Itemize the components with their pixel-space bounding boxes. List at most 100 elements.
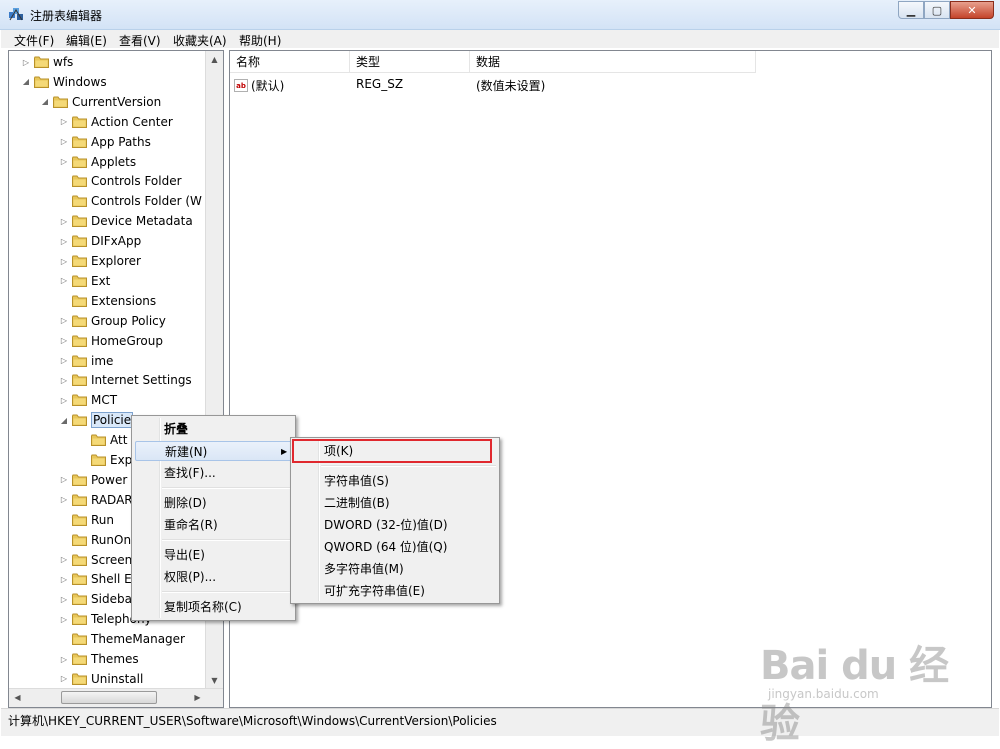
tree-node[interactable]: ▷ Power — [59, 470, 127, 490]
expand-arrow-icon[interactable]: ▷ — [59, 137, 69, 147]
tree-node[interactable]: Controls Folder — [59, 171, 182, 191]
tree-node[interactable]: ThemeManager — [59, 629, 185, 649]
tree-node[interactable]: ▷ wfs — [21, 52, 73, 72]
expand-arrow-icon[interactable]: ▷ — [59, 336, 69, 346]
menu-item-find[interactable]: 查找(F)... — [164, 463, 216, 483]
expand-arrow-icon[interactable]: ▷ — [59, 395, 69, 405]
menu-item-rename[interactable]: 重命名(R) — [164, 515, 218, 535]
submenu-item-expandable-string-value[interactable]: 可扩充字符串值(E) — [324, 581, 425, 601]
collapse-arrow-icon[interactable]: ◢ — [21, 77, 31, 87]
column-header-data[interactable]: 数据 — [470, 51, 756, 73]
expand-arrow-icon[interactable]: ▷ — [59, 574, 69, 584]
tree-horizontal-scrollbar[interactable]: ◀ ▶ — [9, 688, 223, 707]
expand-arrow-icon[interactable]: ▷ — [59, 236, 69, 246]
expand-arrow-icon[interactable]: ▷ — [59, 555, 69, 565]
menu-file[interactable]: 文件(F) — [14, 32, 54, 49]
tree-node[interactable]: ▷ Action Center — [59, 112, 173, 132]
tree-node[interactable]: ▷ RADAR — [59, 490, 133, 510]
tree-node[interactable]: Extensions — [59, 291, 156, 311]
tree-node[interactable]: ◢ CurrentVersion — [40, 92, 161, 112]
expand-arrow-icon[interactable]: ▷ — [59, 256, 69, 266]
expand-arrow-icon[interactable]: ▷ — [59, 614, 69, 624]
tree-node[interactable]: Run — [59, 510, 114, 530]
menu-item-copy-key-name[interactable]: 复制项名称(C) — [164, 597, 242, 617]
tree-node[interactable]: ▷ DIFxApp — [59, 231, 141, 251]
tree-node[interactable]: ▷ Themes — [59, 649, 139, 669]
expand-arrow-icon[interactable]: ▷ — [59, 674, 69, 684]
expand-arrow-icon[interactable]: ▷ — [59, 495, 69, 505]
expand-arrow-icon[interactable]: ▷ — [59, 316, 69, 326]
folder-icon — [91, 434, 106, 447]
scroll-down-arrow-icon[interactable]: ▼ — [206, 672, 223, 689]
submenu-item-string-value[interactable]: 字符串值(S) — [324, 471, 389, 491]
scroll-up-arrow-icon[interactable]: ▲ — [206, 51, 223, 68]
tree-node[interactable]: ▷ MCT — [59, 390, 117, 410]
menu-item-new[interactable]: 新建(N) ▶ — [135, 441, 292, 461]
menu-edit[interactable]: 编辑(E) — [66, 32, 107, 49]
submenu-item-qword-value[interactable]: QWORD (64 位)值(Q) — [324, 537, 447, 557]
scroll-right-arrow-icon[interactable]: ▶ — [189, 689, 206, 706]
minimize-button[interactable]: ▁ — [898, 1, 924, 19]
values-list[interactable]: 名称 类型 数据 ab (默认) REG_SZ (数值未设置) — [229, 50, 992, 708]
tree-node-label: wfs — [53, 55, 74, 69]
expand-arrow-icon[interactable]: ▷ — [21, 57, 31, 67]
value-name[interactable]: (默认) — [251, 77, 284, 94]
menu-item-permissions[interactable]: 权限(P)... — [164, 567, 216, 587]
tree-node-label: Policie — [91, 412, 134, 429]
expand-arrow-icon[interactable]: ▷ — [59, 356, 69, 366]
baidu-jingyan-watermark: Bai du 经验 jingyan.baidu.com — [760, 625, 980, 747]
tree-node[interactable]: Att — [78, 430, 127, 450]
tree-node[interactable]: ▷ Group Policy — [59, 311, 166, 331]
tree-node[interactable]: ▷ Applets — [59, 152, 136, 172]
close-button[interactable]: ✕ — [950, 1, 994, 19]
scroll-thumb[interactable] — [61, 691, 157, 704]
tree-node[interactable]: ▷ Shell E — [59, 569, 132, 589]
expand-arrow-icon[interactable]: ▷ — [59, 475, 69, 485]
tree-node[interactable]: ▷ Sideba — [59, 589, 132, 609]
folder-icon — [72, 355, 87, 367]
folder-icon — [72, 554, 87, 566]
menu-help[interactable]: 帮助(H) — [239, 32, 281, 49]
tree-node[interactable]: ▷ Uninstall — [59, 669, 143, 689]
expand-arrow-icon[interactable]: ▷ — [59, 654, 69, 664]
column-header-type[interactable]: 类型 — [350, 51, 470, 73]
expand-arrow-icon[interactable]: ▷ — [59, 216, 69, 226]
tree-node-label: Exp — [110, 453, 133, 467]
folder-icon — [72, 315, 87, 327]
tree-node[interactable]: RunOn — [59, 530, 131, 550]
submenu-item-dword-value[interactable]: DWORD (32-位)值(D) — [324, 515, 448, 535]
menu-item-collapse[interactable]: 折叠 — [164, 419, 188, 439]
expand-arrow-icon[interactable]: ▷ — [59, 117, 69, 127]
expand-arrow-icon[interactable]: ▷ — [59, 157, 69, 167]
scroll-left-arrow-icon[interactable]: ◀ — [9, 689, 26, 706]
tree-node-label: Att — [110, 433, 128, 448]
tree-node[interactable]: ▷ Ext — [59, 271, 110, 291]
menu-favorites[interactable]: 收藏夹(A) — [173, 32, 227, 49]
expand-arrow-icon[interactable]: ▷ — [59, 276, 69, 286]
expand-arrow-icon[interactable]: ▷ — [59, 594, 69, 604]
menu-view[interactable]: 查看(V) — [119, 32, 161, 49]
tree-node[interactable]: ◢ Policie — [59, 410, 134, 430]
tree-node[interactable]: ▷ App Paths — [59, 132, 151, 152]
maximize-button[interactable]: ▢ — [924, 1, 950, 19]
menu-item-export[interactable]: 导出(E) — [164, 545, 205, 565]
tree-node[interactable]: ◢ Windows — [21, 72, 107, 92]
collapse-arrow-icon[interactable]: ◢ — [40, 97, 50, 107]
tree-line — [78, 455, 88, 465]
submenu-item-multi-string-value[interactable]: 多字符串值(M) — [324, 559, 404, 579]
menu-bar: 文件(F) 编辑(E) 查看(V) 收藏夹(A) 帮助(H) — [1, 30, 999, 48]
tree-node[interactable]: ▷ ime — [59, 351, 113, 371]
collapse-arrow-icon[interactable]: ◢ — [59, 415, 69, 425]
tree-node[interactable]: Exp — [78, 450, 132, 470]
column-header-name[interactable]: 名称 — [230, 51, 350, 73]
tree-node[interactable]: ▷ Screen — [59, 550, 132, 570]
tree-node[interactable]: ▷ HomeGroup — [59, 331, 163, 351]
submenu-item-binary-value[interactable]: 二进制值(B) — [324, 493, 390, 513]
tree-node[interactable]: Controls Folder (W — [59, 191, 202, 211]
menu-item-delete[interactable]: 删除(D) — [164, 493, 207, 513]
tree-node-label: HomeGroup — [91, 333, 163, 348]
tree-node[interactable]: ▷ Device Metadata — [59, 211, 193, 231]
expand-arrow-icon[interactable]: ▷ — [59, 375, 69, 385]
tree-node[interactable]: ▷ Internet Settings — [59, 370, 192, 390]
tree-node[interactable]: ▷ Explorer — [59, 251, 141, 271]
